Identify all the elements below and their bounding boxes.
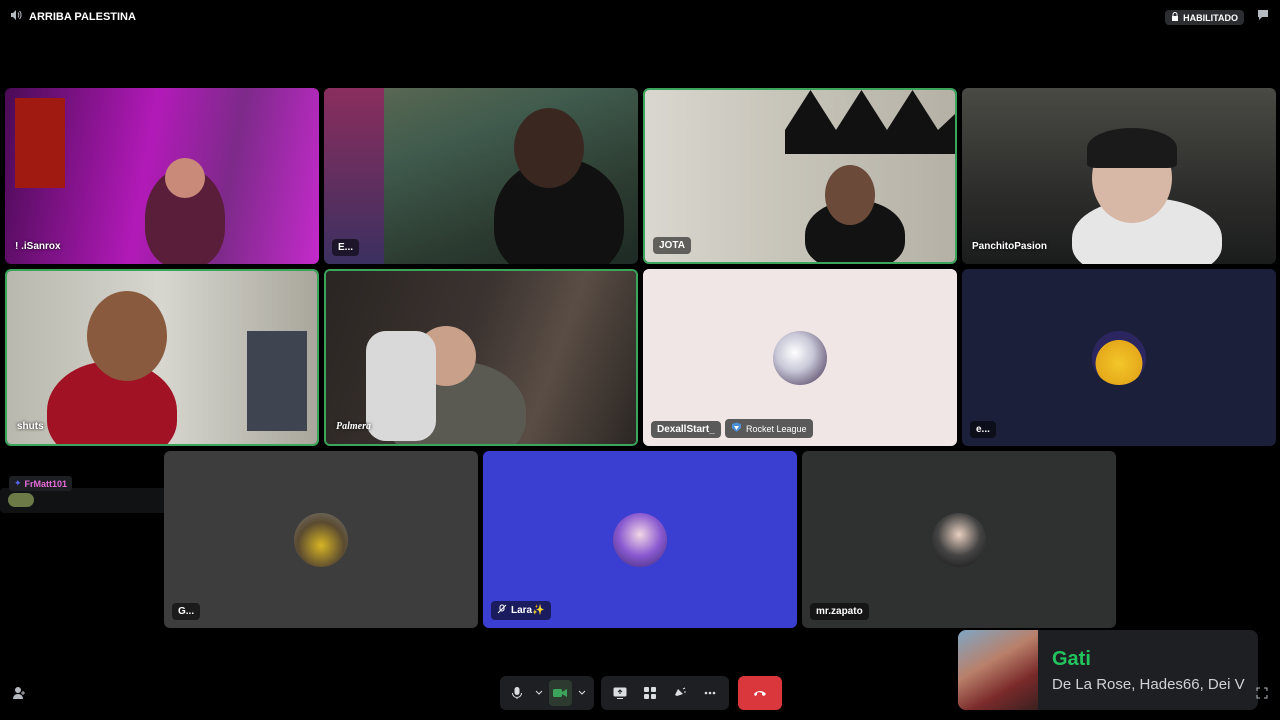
hangup-icon xyxy=(753,684,767,702)
avatar xyxy=(613,512,667,567)
lock-icon xyxy=(1171,12,1179,23)
activities-icon[interactable] xyxy=(637,680,663,706)
video-feed xyxy=(5,88,319,264)
top-bar: ARRIBA PALESTINA HABILITADO xyxy=(0,0,1280,32)
participant-tile[interactable]: Lara✨ xyxy=(483,451,797,628)
speaker-icon xyxy=(10,9,22,24)
rocket-league-icon xyxy=(731,422,742,435)
actions-group xyxy=(601,676,729,710)
avatar xyxy=(773,330,827,385)
video-feed xyxy=(326,271,636,444)
badge-icon: ✦ xyxy=(14,478,22,488)
participant-name: shuts xyxy=(17,421,44,432)
more-icon[interactable] xyxy=(697,680,723,706)
participant-tile[interactable]: DexallStart_ Rocket League xyxy=(643,269,957,446)
video-tile[interactable]: JOTA xyxy=(643,88,957,264)
participant-tile[interactable]: mr.zapato xyxy=(802,451,1116,628)
participant-name: DexallStart_ xyxy=(651,421,721,438)
now-playing-card[interactable]: Gati De La Rose, Hades66, Dei V xyxy=(958,630,1258,710)
chat-icon[interactable] xyxy=(1256,8,1270,27)
status-badge-label: HABILITADO xyxy=(1183,12,1238,23)
mic-icon[interactable] xyxy=(506,680,529,706)
channel-header: ARRIBA PALESTINA xyxy=(10,9,136,24)
channel-name: ARRIBA PALESTINA xyxy=(29,10,136,23)
participant-name: Palmera xyxy=(336,421,371,432)
video-feed xyxy=(324,88,638,264)
participant-name: PanchitoPasion xyxy=(972,241,1048,252)
video-tile[interactable]: ! .iSanrox xyxy=(5,88,319,264)
screen-share-icon[interactable] xyxy=(607,680,633,706)
participant-tile[interactable]: G... xyxy=(164,451,478,628)
participant-tile[interactable]: e... xyxy=(962,269,1276,446)
chevron-down-icon[interactable] xyxy=(533,680,545,706)
participant-name: E... xyxy=(332,239,360,256)
status-badge[interactable]: HABILITADO xyxy=(1165,10,1244,25)
album-art xyxy=(958,630,1038,710)
activity-badge[interactable]: Rocket League xyxy=(725,419,813,438)
participant-name: e... xyxy=(970,421,996,438)
soundboard-icon[interactable] xyxy=(667,680,693,706)
mic-camera-group xyxy=(500,676,594,710)
overlay-user-avatar xyxy=(8,493,34,507)
fullscreen-icon[interactable] xyxy=(1256,686,1268,704)
video-feed xyxy=(7,271,317,444)
participant-name: Lara✨ xyxy=(491,601,551,620)
video-tile[interactable]: shuts xyxy=(5,269,319,446)
participant-name: JOTA xyxy=(653,237,691,254)
song-title: Gati xyxy=(1052,648,1091,670)
activity-name: Rocket League xyxy=(746,423,807,434)
video-feed xyxy=(962,88,1276,264)
video-tile[interactable]: E... xyxy=(324,88,638,264)
avatar xyxy=(294,512,348,567)
song-artists: De La Rose, Hades66, Dei V xyxy=(1052,676,1245,693)
overlay-user-tag: ✦ FrMatt101 xyxy=(9,476,73,491)
disconnect-button[interactable] xyxy=(738,676,782,710)
camera-icon[interactable] xyxy=(549,680,572,706)
video-tile[interactable]: PanchitoPasion xyxy=(962,88,1276,264)
participant-name-text: Lara✨ xyxy=(511,605,545,616)
overlay-user-name: FrMatt101 xyxy=(24,478,68,489)
chevron-down-icon[interactable] xyxy=(576,680,588,706)
video-feed xyxy=(645,90,955,262)
video-tile[interactable]: Palmera xyxy=(324,269,638,446)
participant-name: ! .iSanrox xyxy=(15,241,61,252)
avatar xyxy=(1092,330,1146,385)
avatar xyxy=(932,512,986,567)
add-user-icon[interactable] xyxy=(12,686,26,705)
mute-icon xyxy=(497,604,507,617)
participant-name: mr.zapato xyxy=(810,603,869,620)
participant-name: G... xyxy=(172,603,201,620)
call-controls xyxy=(500,676,782,710)
